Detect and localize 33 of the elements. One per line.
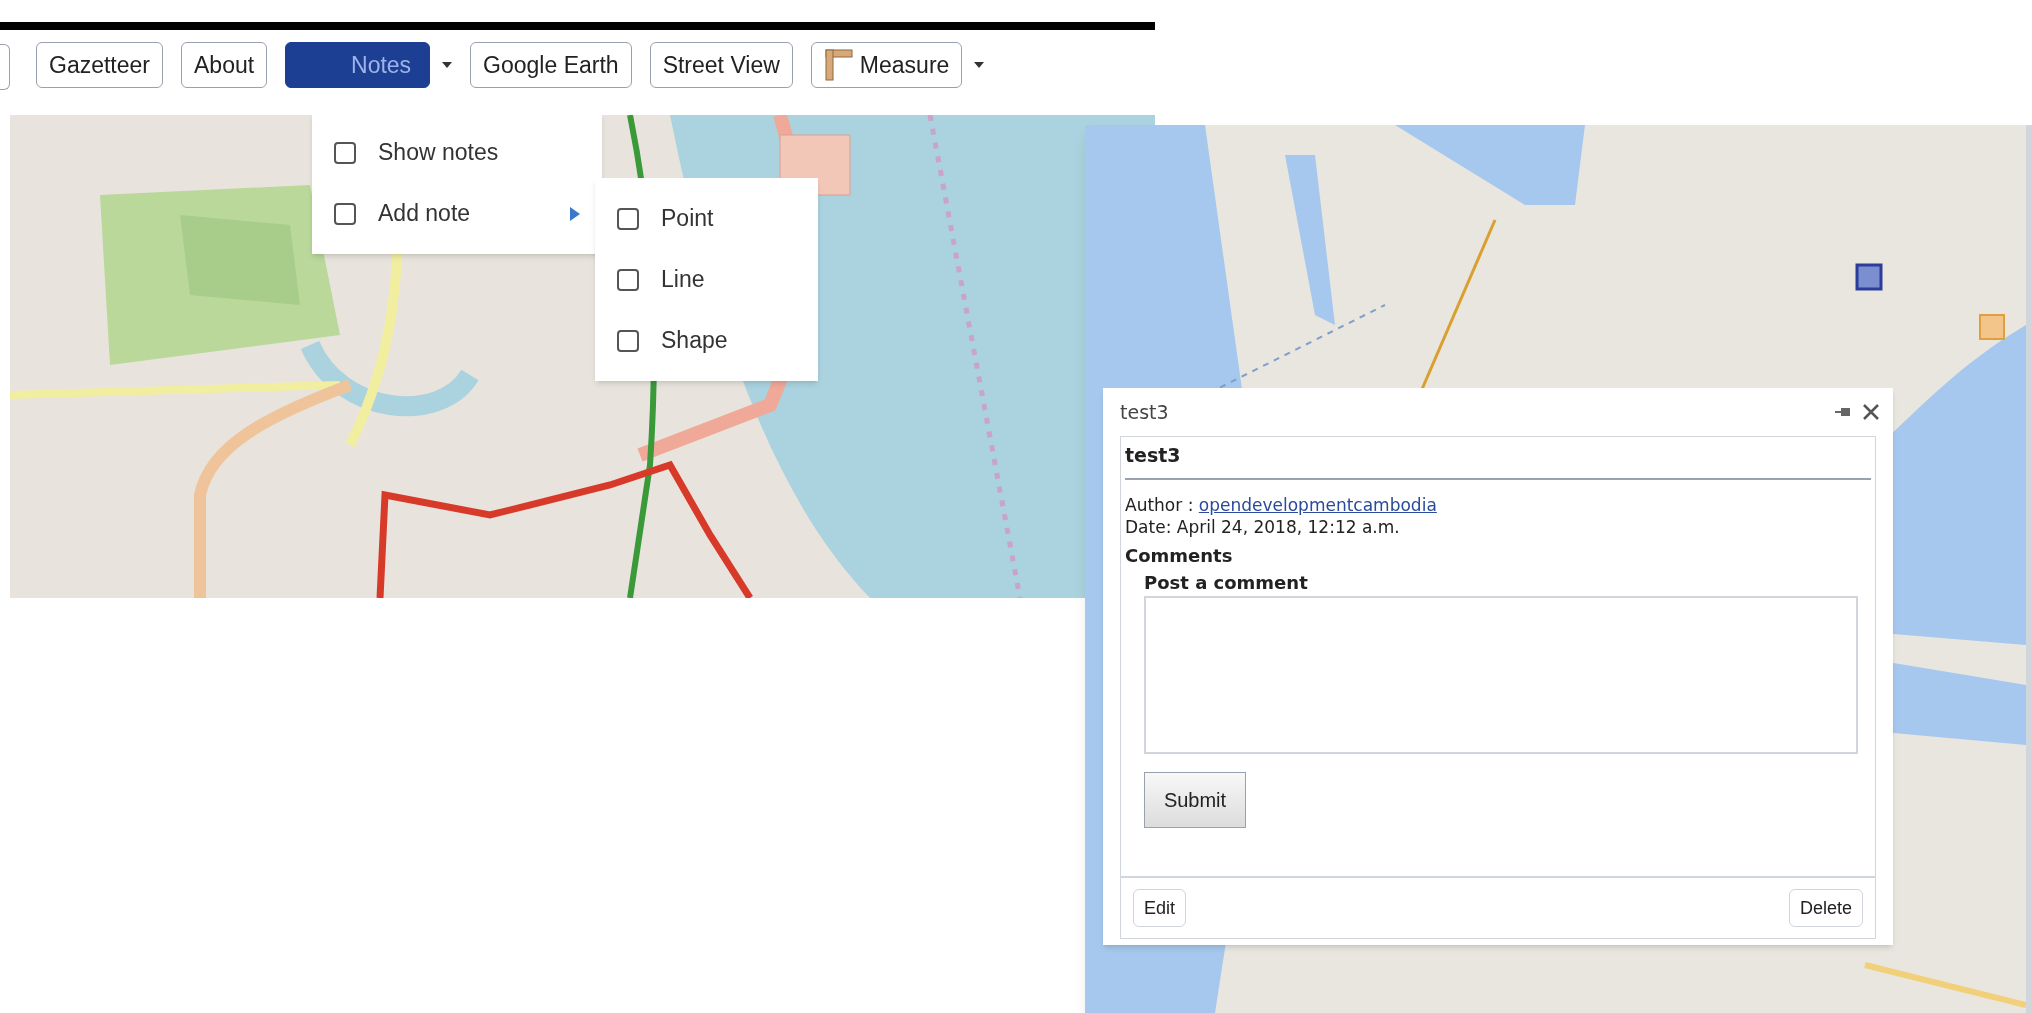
menu-item[interactable]: Show notes bbox=[378, 135, 580, 170]
close-icon[interactable] bbox=[1863, 404, 1879, 420]
note-heading: test3 bbox=[1125, 441, 1871, 480]
toolbar-button[interactable]: Notes bbox=[285, 42, 431, 88]
ruler-icon bbox=[823, 48, 854, 82]
edit-button[interactable]: Edit bbox=[1133, 889, 1187, 927]
post-comment-heading: Post a comment bbox=[1144, 570, 1309, 595]
note-date: Date: April 24, 2018, 12:12 a.m. bbox=[1125, 515, 1401, 538]
submit-button[interactable]: Submit bbox=[1144, 771, 1246, 828]
caret-icon[interactable] bbox=[974, 62, 985, 68]
menu-item[interactable]: Add note bbox=[378, 196, 548, 231]
comments-heading: Comments bbox=[1125, 543, 1234, 568]
measure-button[interactable]: Measure bbox=[810, 42, 963, 88]
checkbox[interactable] bbox=[617, 268, 639, 291]
toolbar-button[interactable]: Gazetteer bbox=[36, 42, 163, 88]
comment-input[interactable] bbox=[1144, 595, 1858, 754]
author-link[interactable]: opendevelopmentcambodia bbox=[1198, 494, 1437, 515]
checkbox[interactable] bbox=[617, 329, 639, 352]
toolbar-button-edge[interactable] bbox=[0, 44, 10, 90]
toolbar-button[interactable]: Google Earth bbox=[470, 42, 632, 88]
popup-title: test3 bbox=[1120, 399, 1170, 425]
author-label: Author : bbox=[1125, 494, 1194, 515]
caret-icon[interactable] bbox=[442, 62, 453, 68]
toolbar-button[interactable]: About bbox=[181, 42, 268, 88]
menu-item[interactable]: Point bbox=[661, 201, 714, 236]
toolbar-button[interactable]: Street View bbox=[649, 42, 793, 88]
checkbox[interactable] bbox=[617, 207, 639, 230]
checkbox[interactable] bbox=[334, 202, 356, 225]
menu-item[interactable]: Line bbox=[661, 262, 705, 297]
checkbox[interactable] bbox=[334, 141, 356, 164]
delete-button[interactable]: Delete bbox=[1788, 889, 1863, 927]
pin-icon[interactable] bbox=[1835, 406, 1851, 418]
menu-item[interactable]: Shape bbox=[661, 323, 728, 358]
